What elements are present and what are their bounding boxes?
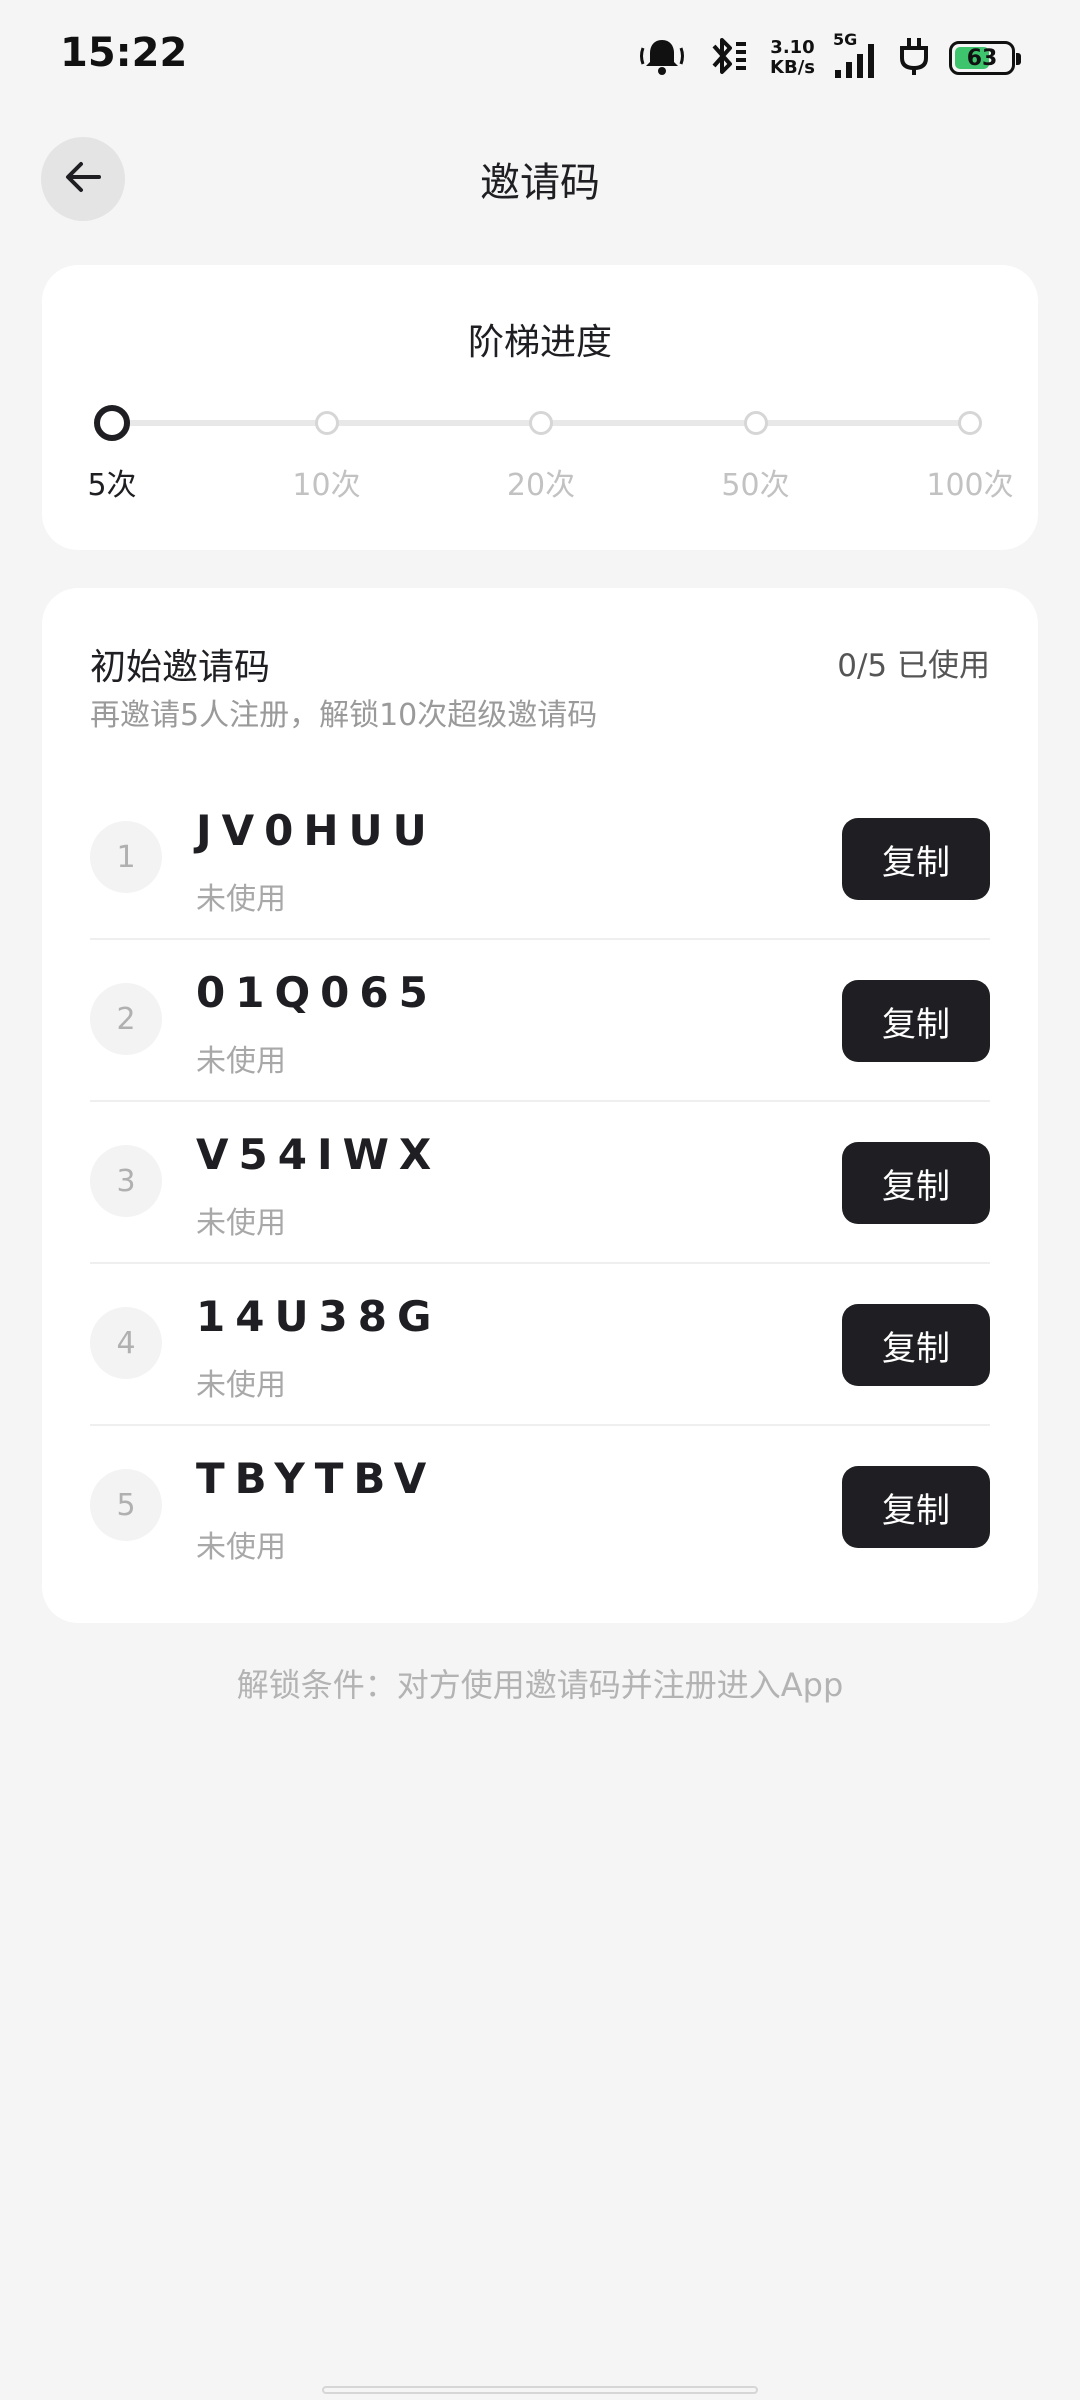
progress-step-label: 100次 [926,468,1014,503]
codes-usage-count: 0/5 已使用 [837,648,990,684]
battery-indicator: 63 [949,41,1021,75]
progress-step-label: 20次 [506,468,576,503]
progress-title: 阶梯进度 [467,322,612,363]
notification-bell-icon [638,34,686,82]
code-status: 未使用 [196,1044,286,1079]
cellular-signal: 5G [833,30,879,80]
code-status: 未使用 [196,1206,286,1241]
code-status: 未使用 [196,882,286,917]
code-status: 未使用 [196,1530,286,1565]
copy-button[interactable]: 复制 [842,1304,990,1386]
network-speed: 3.10 KB/s [770,38,815,78]
power-plug-icon [897,34,931,82]
codes-section-title: 初始邀请码 [90,647,271,688]
status-time: 15:22 [60,30,188,76]
invite-code-text: TBYTBV [196,1454,437,1503]
progress-step-dot [743,411,768,435]
tier-progress-card: 阶梯进度 5次 10次 20次 50次 100次 [42,265,1038,550]
code-index-badge: 1 [90,821,162,893]
invite-code-text: V54IWX [196,1130,442,1179]
home-indicator[interactable] [322,2386,758,2394]
battery-tip [1016,53,1021,65]
code-index-badge: 2 [90,983,162,1055]
code-index-badge: 5 [90,1469,162,1541]
unlock-condition-note: 解锁条件：对方使用邀请码并注册进入App [236,1666,844,1704]
progress-step-dot [958,411,982,435]
code-row: 1 JV0HUU 未使用 复制 [90,778,990,940]
code-list: 1 JV0HUU 未使用 复制 2 01Q065 未使用 复制 3 V54IWX… [90,778,990,1588]
copy-button[interactable]: 复制 [842,980,990,1062]
page-title: 邀请码 [480,160,600,206]
code-row: 3 V54IWX 未使用 复制 [90,1102,990,1264]
progress-step-label: 10次 [292,468,361,503]
status-icons: 3.10 KB/s 5G 63 [638,30,1021,86]
network-speed-unit: KB/s [770,57,815,78]
code-index-badge: 4 [90,1307,162,1379]
invite-code-text: 14U38G [196,1292,442,1341]
invite-code-text: 01Q065 [196,968,438,1017]
invite-code-text: JV0HUU [196,806,437,855]
codes-subtitle: 再邀请5人注册，解锁10次超级邀请码 [90,698,598,733]
code-index-badge: 3 [90,1145,162,1217]
progress-step-dot [94,405,130,441]
invite-codes-card: 初始邀请码 0/5 已使用 再邀请5人注册，解锁10次超级邀请码 1 JV0HU… [42,588,1038,1623]
bluetooth-icon [704,34,752,82]
copy-button[interactable]: 复制 [842,1142,990,1224]
copy-button[interactable]: 复制 [842,818,990,900]
progress-step-label: 50次 [721,468,790,503]
progress-track: 5次 10次 20次 50次 100次 [87,405,1014,503]
code-status: 未使用 [196,1368,286,1403]
network-speed-value: 3.10 [770,37,815,58]
code-row: 2 01Q065 未使用 复制 [90,940,990,1102]
progress-step-label: 5次 [87,468,137,503]
battery-level: 63 [966,45,998,71]
progress-step-dot [314,411,339,435]
code-row: 5 TBYTBV 未使用 复制 [90,1426,990,1588]
code-row: 4 14U38G 未使用 复制 [90,1264,990,1426]
copy-button[interactable]: 复制 [842,1466,990,1548]
progress-step-dot [529,411,553,435]
status-bar: 15:22 3.10 KB/s 5G 63 [0,0,1080,110]
network-type-label: 5G [833,30,858,49]
